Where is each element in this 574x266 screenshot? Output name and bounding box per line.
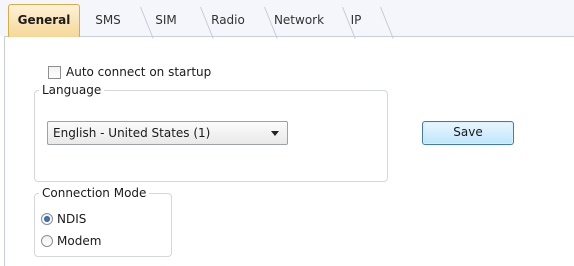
tab-strip: General SMS SIM Radio Network IP [0, 0, 574, 37]
language-select-value: English - United States (1) [53, 126, 211, 140]
modem-radio[interactable] [41, 235, 53, 247]
tab-general[interactable]: General [8, 4, 80, 37]
tab-ip[interactable]: IP [340, 6, 372, 35]
ndis-radio[interactable] [41, 213, 53, 225]
panel-left-border [0, 36, 5, 266]
tab-sms[interactable]: SMS [82, 6, 134, 35]
auto-connect-checkbox[interactable] [48, 65, 61, 79]
ndis-radio-row[interactable]: NDIS [41, 211, 86, 227]
auto-connect-label: Auto connect on startup [66, 65, 212, 79]
tab-sim-label: SIM [155, 13, 177, 27]
tab-radio-label: Radio [211, 13, 245, 27]
language-group-title: Language [39, 82, 105, 98]
tab-general-label: General [17, 13, 71, 27]
connection-mode-group-title: Connection Mode [39, 185, 150, 201]
tab-sms-label: SMS [95, 13, 121, 27]
tab-ip-label: IP [350, 13, 362, 27]
auto-connect-checkbox-row[interactable]: Auto connect on startup [48, 64, 211, 80]
tab-network-label: Network [273, 13, 325, 27]
language-select[interactable]: English - United States (1) [47, 121, 288, 145]
save-button[interactable]: Save [422, 121, 514, 145]
tab-radio[interactable]: Radio [198, 6, 258, 35]
modem-radio-label: Modem [57, 234, 102, 248]
chevron-down-icon [271, 130, 279, 136]
ndis-radio-label: NDIS [57, 212, 87, 226]
modem-radio-row[interactable]: Modem [41, 233, 101, 249]
